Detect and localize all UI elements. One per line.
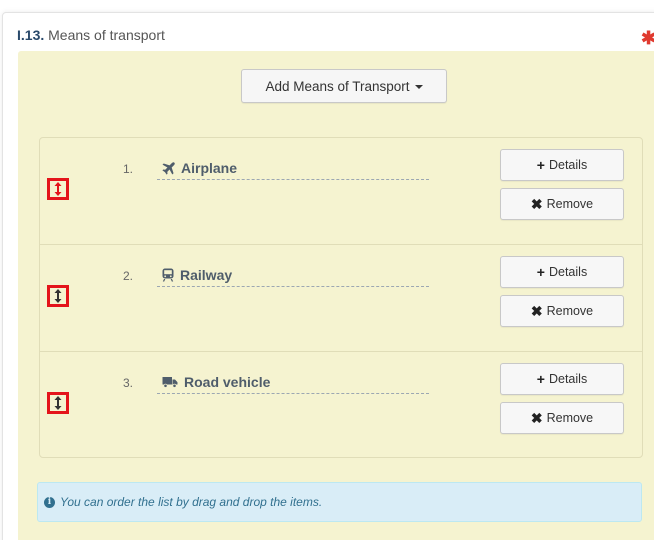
info-text: You can order the list by drag and drop … [60,495,323,509]
drag-handle[interactable] [47,285,69,307]
details-button[interactable]: + Details [500,256,624,288]
airplane-icon [162,161,175,175]
remove-button[interactable]: ✖ Remove [500,402,624,434]
details-button[interactable]: + Details [500,149,624,181]
close-icon: ✖ [530,303,543,319]
item-name-label: Airplane [181,160,238,176]
close-icon: ✖ [530,196,543,212]
item-number: 3. [123,376,134,390]
list-item[interactable]: 1. Airplane + Details ✖ Remove [40,138,642,245]
add-means-of-transport-button[interactable]: Add Means of Transport [241,69,447,103]
section-title-text: Means of transport [48,27,165,43]
truck-icon [162,377,178,388]
remove-label: Remove [546,411,594,425]
plus-icon: + [536,264,545,280]
means-of-transport-panel: I.13. Means of transport ✱ Add Means of … [2,12,654,540]
list-item[interactable]: 3. Road vehicle + Details ✖ Remove [40,352,642,459]
item-name: Railway [157,264,429,287]
vertical-arrows-icon [54,182,62,196]
vertical-arrows-icon [54,289,62,303]
details-label: Details [548,265,588,279]
drag-handle[interactable] [47,178,69,200]
panel-body: Add Means of Transport 1. Airplane + Det… [18,51,654,540]
section-title: I.13. Means of transport [17,27,165,43]
section-code: I.13. [17,27,45,43]
info-icon: i [44,496,55,508]
list-item[interactable]: 2. Railway + Details ✖ Remove [40,245,642,352]
item-name: Road vehicle [157,371,429,394]
add-button-label: Add Means of Transport [265,78,410,94]
caret-down-icon [414,85,423,89]
required-icon: ✱ [641,28,654,48]
item-name-label: Railway [180,267,233,283]
vertical-arrows-icon [54,396,62,410]
plus-icon: + [536,371,545,387]
info-alert: i You can order the list by drag and dro… [37,482,642,522]
train-icon [162,268,174,282]
details-label: Details [548,372,588,386]
transport-list: 1. Airplane + Details ✖ Remove 2. Railwa… [39,137,643,458]
drag-handle[interactable] [47,392,69,414]
details-button[interactable]: + Details [500,363,624,395]
close-icon: ✖ [530,410,543,426]
remove-label: Remove [546,304,594,318]
item-name: Airplane [157,157,429,180]
remove-button[interactable]: ✖ Remove [500,295,624,327]
item-name-label: Road vehicle [184,374,271,390]
item-number: 2. [123,269,134,283]
plus-icon: + [536,157,545,173]
remove-label: Remove [546,197,594,211]
item-number: 1. [123,162,134,176]
remove-button[interactable]: ✖ Remove [500,188,624,220]
details-label: Details [548,158,588,172]
